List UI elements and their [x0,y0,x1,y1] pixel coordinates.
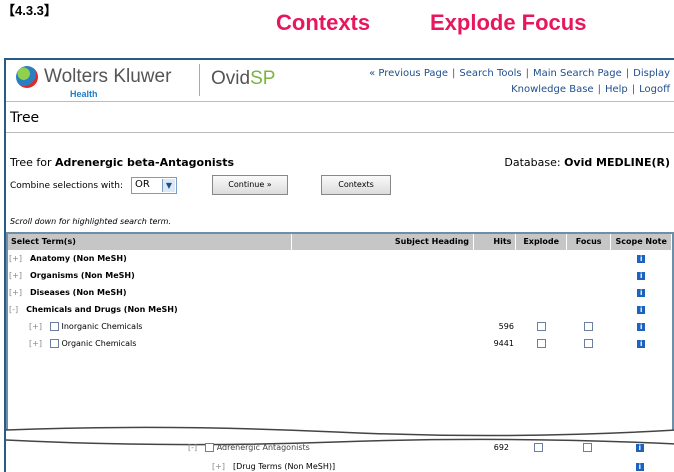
ovid-page: Wolters Kluwer Health OvidSP « Previous … [4,58,674,472]
explode-checkbox[interactable] [536,322,546,331]
tree-for-heading: Tree for Adrenergic beta-Antagonists [10,156,234,169]
search-tools-link[interactable]: Search Tools [459,68,521,79]
expand-toggle[interactable]: [+] [212,462,225,471]
focus-checkbox[interactable] [584,339,594,348]
product-prefix: Ovid [211,68,251,89]
collapse-toggle[interactable]: [-] [9,305,18,314]
top-nav: « Previous Page | Search Tools | Main Search… [369,68,670,95]
explode-checkbox[interactable] [533,443,543,452]
main-search-page-link[interactable]: Main Search Page [533,68,622,79]
hits-value [474,267,516,284]
tree-for-prefix: Tree for [10,156,56,169]
expand-toggle[interactable]: [+] [9,254,22,263]
logoff-link[interactable]: Logoff [639,84,670,95]
tree-table: Select Term(s) Subject Heading Hits Expl… [7,233,672,352]
table-row: [+] Diseases (Non MeSH) i [7,284,672,301]
table-row: [-] Adrenergic Antagonists 692 i [12,438,670,457]
focus-checkbox[interactable] [582,443,592,452]
term-label[interactable]: Adrenergic Antagonists [217,443,310,452]
collapse-toggle[interactable]: [-] [188,443,197,452]
brand-division: Health [70,89,98,99]
table-row: [+] Inorganic Chemicals 596 i [7,318,672,335]
col-explode: Explode [515,233,567,250]
annotation-contexts: Contexts [276,10,371,35]
term-label[interactable]: [Drug Terms (Non MeSH)] [233,462,335,471]
page-header: Wolters Kluwer Health OvidSP « Previous … [6,60,674,102]
expand-toggle[interactable]: [+] [9,271,22,280]
col-select-terms: Select Term(s) [7,233,293,250]
tree-for-term: Adrenergic beta-Antagonists [55,156,235,169]
table-row: [-] Chemicals and Drugs (Non MeSH) i [7,301,672,318]
help-link[interactable]: Help [605,84,628,95]
scope-note-icon[interactable]: i [637,340,646,348]
scope-note-icon[interactable]: i [637,289,646,297]
step-label: 【4.3.3】 [2,3,57,18]
title-divider [6,132,674,133]
combine-selected-value: OR [135,179,150,190]
table-header-row: Select Term(s) Subject Heading Hits Expl… [7,233,672,250]
explode-checkbox[interactable] [536,339,546,348]
col-focus: Focus [566,233,612,250]
hits-value [485,457,511,472]
product-suffix: SP [250,68,276,89]
table-row: [+] Organic Chemicals 9441 i [7,335,672,352]
term-label[interactable]: Diseases (Non MeSH) [30,288,127,297]
chevron-down-icon[interactable]: ▼ [162,179,175,192]
col-subject-heading: Subject Heading [291,233,475,250]
product-logo: OvidSP [211,68,275,90]
table-row: [+] [Drug Terms (Non MeSH)] i [12,457,670,472]
expand-toggle[interactable]: [+] [9,288,22,297]
hits-value [474,301,516,318]
logo-divider [199,64,200,96]
combine-select[interactable]: OR ▼ [131,177,177,194]
scope-note-icon[interactable]: i [635,444,644,452]
hits-value [474,284,516,301]
continue-button[interactable]: Continue » [212,175,288,195]
term-checkbox[interactable] [49,322,59,331]
previous-page-link[interactable]: « Previous Page [369,68,448,79]
wolters-kluwer-logo-icon [16,66,38,88]
term-checkbox[interactable] [205,443,215,452]
database-name: Ovid MEDLINE(R) [564,156,670,169]
display-link[interactable]: Display [633,68,670,79]
term-label[interactable]: Anatomy (Non MeSH) [30,254,127,263]
term-label[interactable]: Inorganic Chemicals [62,322,143,331]
hits-value: 692 [493,443,510,452]
hits-value: 9441 [493,339,514,348]
combine-label: Combine selections with: [10,181,124,191]
scope-note-icon[interactable]: i [637,306,646,314]
contexts-button[interactable]: Contexts [321,175,391,195]
hits-value [474,250,516,267]
brand-company: Wolters Kluwer [44,66,172,87]
col-hits: Hits [473,233,517,250]
expand-toggle[interactable]: [+] [29,339,42,348]
knowledge-base-link[interactable]: Knowledge Base [511,84,594,95]
scope-note-icon[interactable]: i [635,463,644,471]
scope-note-icon[interactable]: i [637,255,646,263]
table-row: [+] Anatomy (Non MeSH) i [7,250,672,267]
hits-value: 596 [498,322,514,331]
table-row: [+] Organisms (Non MeSH) i [7,267,672,284]
col-scope-note: Scope Note [610,233,672,250]
term-checkbox[interactable] [49,339,59,348]
term-label[interactable]: Organisms (Non MeSH) [30,271,135,280]
scroll-note: Scroll down for highlighted search term. [10,217,172,226]
scope-note-icon[interactable]: i [637,323,646,331]
annotation-explode-focus: Explode Focus [430,10,587,35]
expand-toggle[interactable]: [+] [29,322,42,331]
scope-note-icon[interactable]: i [637,272,646,280]
database-label: Database: [504,156,565,169]
term-label[interactable]: Chemicals and Drugs (Non MeSH) [26,305,178,314]
page-title: Tree [10,110,40,126]
tree-table-continued: [-] Adrenergic Antagonists 692 i [+] [Dru… [12,438,670,472]
term-label[interactable]: Organic Chemicals [62,339,137,348]
database-info: Database: Ovid MEDLINE(R) [504,156,670,169]
focus-checkbox[interactable] [584,322,594,331]
